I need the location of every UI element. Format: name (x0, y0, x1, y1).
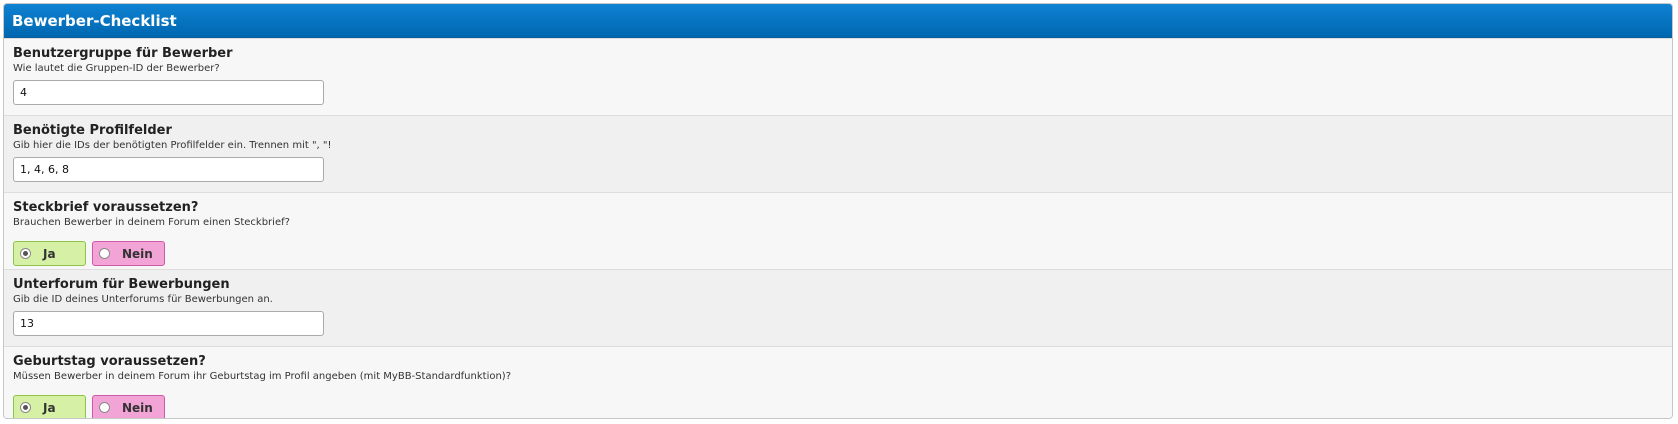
radio-label: Nein (122, 246, 153, 261)
group-id-input[interactable]: 4 (13, 80, 324, 105)
setting-title: Benötigte Profilfelder (13, 123, 172, 138)
setting-row-unterforum: Unterforum für Bewerbungen Gib die ID de… (4, 269, 1672, 346)
setting-title: Unterforum für Bewerbungen (13, 277, 230, 292)
setting-description: Wie lautet die Gruppen-ID der Bewerber? (13, 63, 220, 74)
steckbrief-yes-option[interactable]: Ja (13, 241, 86, 266)
radio-checked-icon[interactable] (20, 248, 31, 259)
setting-row-geburtstag: Geburtstag voraussetzen? Müssen Bewerber… (4, 346, 1672, 418)
setting-description: Gib hier die IDs der benötigten Profilfe… (13, 140, 332, 151)
radio-unchecked-icon[interactable] (99, 248, 110, 259)
radio-unchecked-icon[interactable] (99, 402, 110, 413)
radio-label: Nein (122, 400, 153, 415)
setting-title: Geburtstag voraussetzen? (13, 354, 206, 369)
panel-title: Bewerber-Checklist (12, 11, 177, 30)
settings-panel: Bewerber-Checklist Benutzergruppe für Be… (3, 3, 1673, 419)
steckbrief-radio-group: Ja Nein (13, 241, 1663, 266)
radio-label: Ja (43, 400, 56, 415)
geburtstag-no-option[interactable]: Nein (92, 395, 165, 418)
geburtstag-yes-option[interactable]: Ja (13, 395, 86, 418)
radio-checked-icon[interactable] (20, 402, 31, 413)
panel-header: Bewerber-Checklist (4, 4, 1672, 38)
setting-row-profilfelder: Benötigte Profilfelder Gib hier die IDs … (4, 115, 1672, 192)
profile-fields-input[interactable]: 1, 4, 6, 8 (13, 157, 324, 182)
setting-title: Benutzergruppe für Bewerber (13, 46, 233, 61)
subforum-id-input[interactable]: 13 (13, 311, 324, 336)
steckbrief-no-option[interactable]: Nein (92, 241, 165, 266)
setting-row-bewerbergruppe: Benutzergruppe für Bewerber Wie lautet d… (4, 38, 1672, 115)
setting-row-steckbrief: Steckbrief voraussetzen? Brauchen Bewerb… (4, 192, 1672, 269)
setting-title: Steckbrief voraussetzen? (13, 200, 199, 215)
setting-description: Brauchen Bewerber in deinem Forum einen … (13, 217, 290, 228)
setting-description: Müssen Bewerber in deinem Forum ihr Gebu… (13, 371, 512, 382)
setting-description: Gib die ID deines Unterforums für Bewerb… (13, 294, 273, 305)
geburtstag-radio-group: Ja Nein (13, 395, 1663, 418)
radio-label: Ja (43, 246, 56, 261)
